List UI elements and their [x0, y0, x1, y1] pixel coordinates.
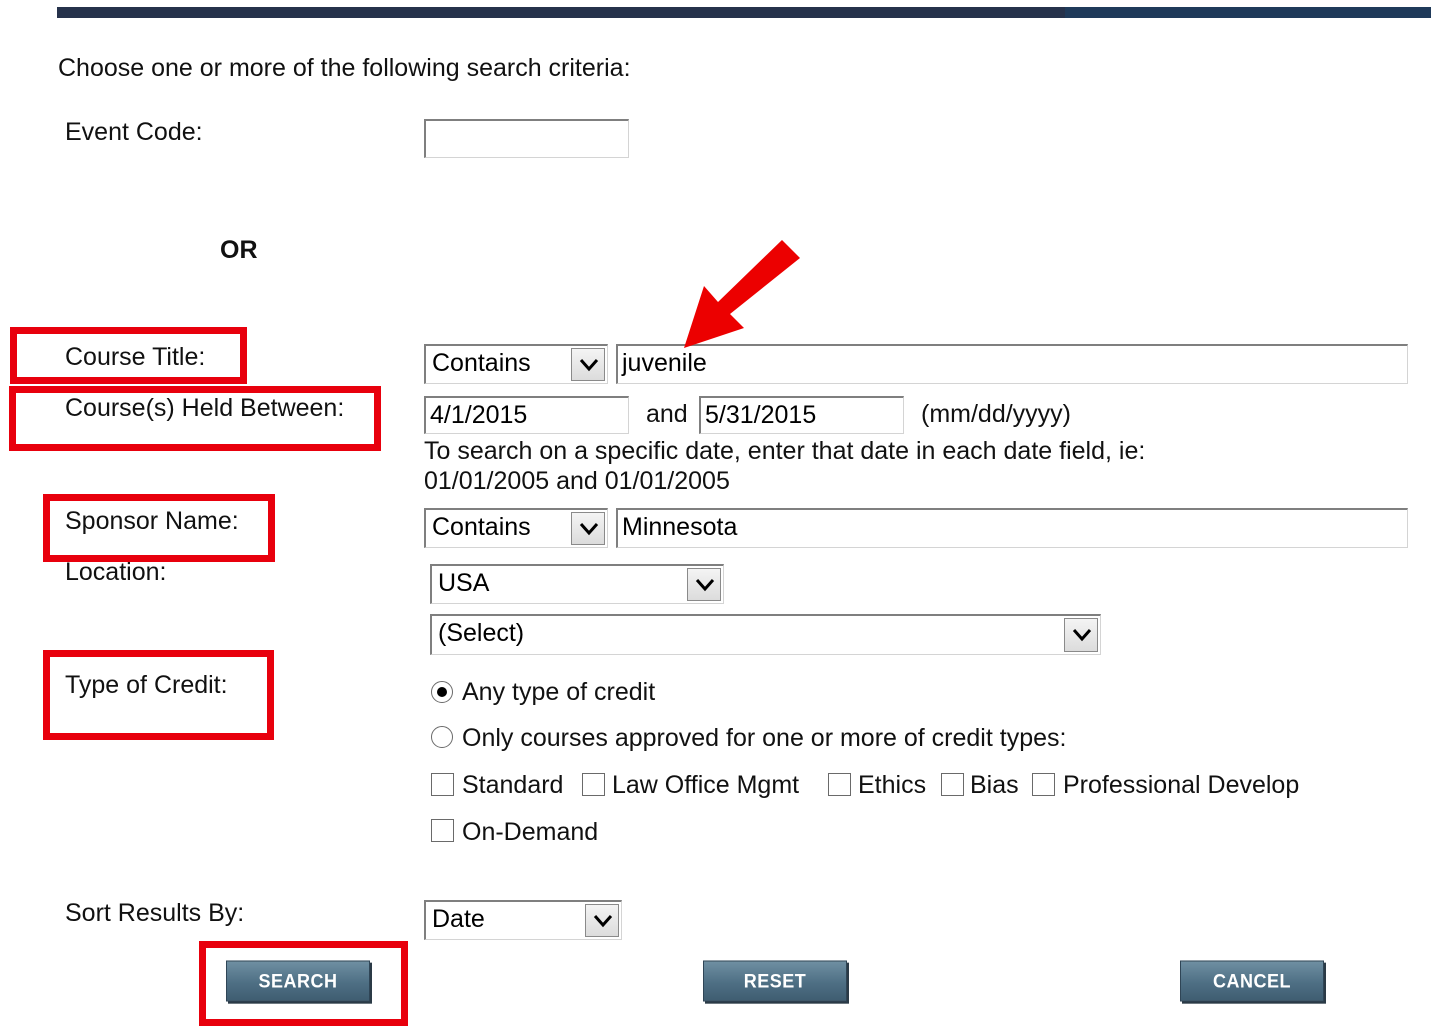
country-select[interactable]: USA	[430, 564, 724, 604]
search-intro: Choose one or more of the following sear…	[58, 54, 631, 82]
course-title-operator-value: Contains	[432, 349, 531, 377]
course-title-highlight	[10, 327, 247, 384]
start-date-input[interactable]: 4/1/2015	[424, 396, 629, 434]
location-label: Location:	[65, 558, 167, 586]
ethics-checkbox[interactable]	[828, 773, 851, 796]
course-title-operator-select[interactable]: Contains	[424, 344, 608, 384]
law-office-mgmt-label: Law Office Mgmt	[612, 771, 800, 799]
on-demand-label: On-Demand	[462, 818, 599, 846]
date-help-line-2: 01/01/2005 and 01/01/2005	[424, 467, 730, 495]
sponsor-highlight	[43, 494, 275, 562]
sort-value: Date	[432, 905, 485, 933]
chevron-down-icon[interactable]	[585, 904, 619, 937]
sort-label: Sort Results By:	[65, 899, 245, 927]
search-button-highlight	[199, 941, 408, 1026]
chevron-down-icon[interactable]	[687, 568, 721, 601]
header-banner	[57, 7, 1431, 18]
header-banner-accent	[1065, 7, 1431, 18]
chevron-down-icon[interactable]	[571, 512, 605, 545]
professional-develop-checkbox[interactable]	[1032, 773, 1055, 796]
sponsor-operator-select[interactable]: Contains	[424, 508, 608, 548]
only-credit-label: Only courses approved for one or more of…	[462, 724, 1067, 752]
sort-select[interactable]: Date	[424, 900, 622, 940]
sponsor-operator-value: Contains	[432, 513, 531, 541]
dates-and-label: and	[646, 400, 688, 428]
bias-label: Bias	[970, 771, 1019, 799]
cancel-button[interactable]: CANCEL	[1180, 960, 1324, 1002]
standard-label: Standard	[462, 771, 564, 799]
law-office-mgmt-checkbox[interactable]	[582, 773, 605, 796]
reset-button[interactable]: RESET	[703, 960, 847, 1002]
event-code-label: Event Code:	[65, 118, 203, 146]
any-credit-radio[interactable]	[431, 681, 453, 703]
bias-checkbox[interactable]	[941, 773, 964, 796]
on-demand-checkbox[interactable]	[431, 819, 454, 842]
region-value: (Select)	[438, 619, 525, 647]
end-date-input[interactable]: 5/31/2015	[699, 396, 904, 434]
or-separator: OR	[220, 236, 258, 264]
dates-highlight	[9, 386, 381, 451]
sponsor-input[interactable]: Minnesota	[616, 508, 1408, 548]
country-value: USA	[438, 569, 490, 597]
event-code-input[interactable]	[424, 119, 629, 158]
red-arrow-icon	[684, 240, 800, 348]
ethics-label: Ethics	[858, 771, 927, 799]
standard-checkbox[interactable]	[431, 773, 454, 796]
professional-develop-label: Professional Develop	[1063, 771, 1300, 799]
date-help-line-1: To search on a specific date, enter that…	[424, 437, 1146, 465]
credit-type-highlight	[43, 650, 274, 740]
any-credit-label: Any type of credit	[462, 678, 656, 706]
region-select[interactable]: (Select)	[430, 614, 1101, 655]
date-format-hint: (mm/dd/yyyy)	[921, 400, 1071, 428]
chevron-down-icon[interactable]	[1064, 618, 1098, 652]
only-credit-radio[interactable]	[431, 726, 453, 748]
chevron-down-icon[interactable]	[571, 348, 605, 381]
